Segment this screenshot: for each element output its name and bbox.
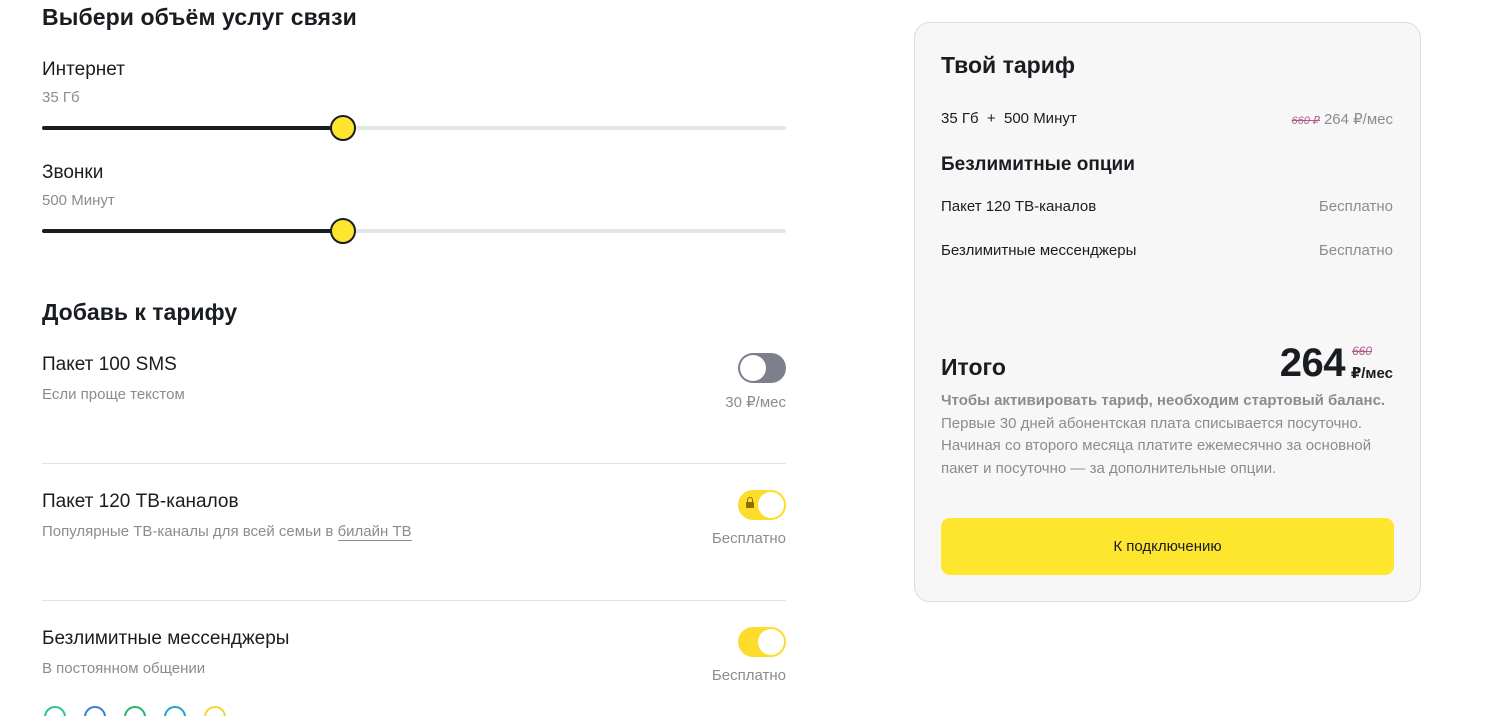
addon-tv-desc: Популярные ТВ-каналы для всей семьи в би… — [42, 523, 412, 541]
summary-option-name: Безлимитные мессенджеры — [941, 242, 1137, 259]
messenger-icon — [44, 706, 66, 716]
calls-slider-fill — [42, 229, 343, 233]
connect-button[interactable]: К подключению — [941, 518, 1394, 575]
calls-slider-thumb[interactable] — [329, 218, 356, 244]
summary-plan-old-price: 660 ₽ — [1291, 115, 1320, 127]
beeline-tv-link[interactable]: билайн ТВ — [337, 523, 412, 541]
messenger-icon — [124, 706, 146, 716]
calls-label: Звонки — [42, 162, 104, 183]
toggle-knob — [740, 355, 766, 381]
addons-heading: Добавь к тарифу — [42, 299, 238, 325]
summary-option-price: Бесплатно — [1318, 242, 1393, 259]
summary-plan: 35 Гб + 500 Минут — [941, 110, 1077, 127]
calls-value: 500 Минут — [42, 192, 115, 209]
summary-plan-current-price: 264 ₽/мес — [1323, 111, 1393, 128]
addon-tv-price: Бесплатно — [711, 530, 786, 547]
addon-sms-toggle[interactable] — [738, 353, 786, 383]
addon-sms-title: Пакет 100 SMS — [42, 354, 177, 375]
total-old-price: 660 — [1351, 344, 1372, 358]
messenger-icon — [164, 706, 186, 716]
divider — [42, 463, 786, 464]
summary-plan-price: 660 ₽264 ₽/мес — [1292, 110, 1393, 128]
internet-value: 35 Гб — [42, 89, 80, 106]
divider — [42, 600, 786, 601]
tariff-summary-card: Твой тариф 35 Гб + 500 Минут 660 ₽264 ₽/… — [914, 22, 1421, 602]
configurator-heading: Выбери объём услуг связи — [42, 4, 357, 30]
toggle-knob — [758, 492, 784, 518]
messenger-icon — [204, 706, 226, 716]
internet-slider-thumb[interactable] — [329, 115, 356, 141]
calls-slider[interactable] — [42, 218, 786, 244]
summary-options-title: Безлимитные опции — [941, 154, 1135, 175]
summary-title: Твой тариф — [941, 52, 1075, 78]
activation-note-bold: Чтобы активировать тариф, необходим стар… — [941, 392, 1386, 409]
internet-label: Интернет — [42, 59, 125, 80]
addon-tv-toggle[interactable] — [738, 490, 786, 520]
lock-icon — [746, 497, 754, 509]
addon-messengers-price: Бесплатно — [711, 667, 786, 684]
summary-option-price: Бесплатно — [1318, 198, 1393, 215]
activation-note-text: Первые 30 дней абонентская плата списыва… — [941, 414, 1372, 477]
summary-option-name: Пакет 120 ТВ-каналов — [941, 198, 1097, 215]
toggle-knob — [758, 629, 784, 655]
total-unit: ₽/мес — [1350, 365, 1393, 382]
total-amount: 264 — [1279, 341, 1346, 385]
activation-note: Чтобы активировать тариф, необходим стар… — [941, 390, 1401, 480]
internet-slider-fill — [42, 126, 343, 130]
addon-sms-price: 30 ₽/мес — [725, 394, 786, 411]
addon-messengers-toggle[interactable] — [738, 627, 786, 657]
internet-slider[interactable] — [42, 115, 786, 141]
addon-tv-desc-text: Популярные ТВ-каналы для всей семьи в — [42, 523, 338, 540]
addon-tv-title: Пакет 120 ТВ-каналов — [42, 491, 239, 512]
messenger-icons-row — [42, 706, 242, 716]
addon-sms-desc: Если проще текстом — [42, 386, 185, 403]
addon-messengers-desc: В постоянном общении — [42, 660, 206, 677]
total-label: Итого — [941, 354, 1006, 380]
addon-messengers-title: Безлимитные мессенджеры — [42, 628, 290, 649]
messenger-icon — [84, 706, 106, 716]
